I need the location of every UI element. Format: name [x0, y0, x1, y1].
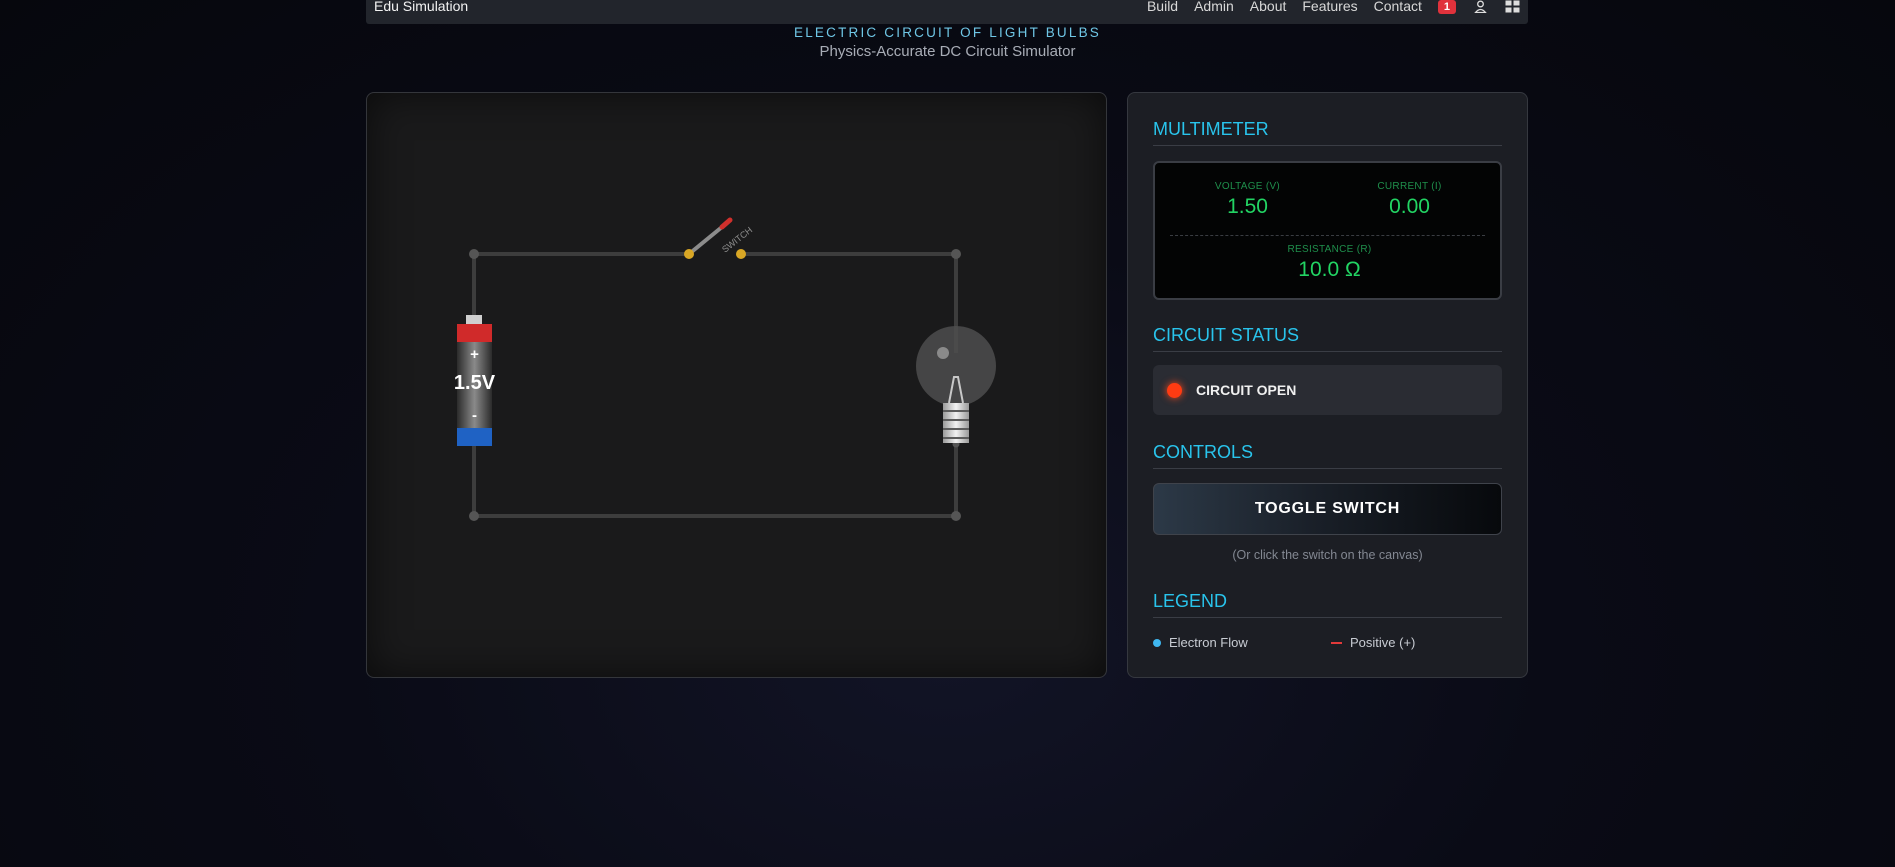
toggle-switch-button[interactable]: TOGGLE SWITCH: [1153, 483, 1502, 535]
nav-link-about[interactable]: About: [1250, 0, 1287, 14]
status-indicator-icon: [1167, 382, 1182, 398]
resistance-value: 10.0 Ω: [1298, 258, 1361, 281]
legend-label-electron-flow: Electron Flow: [1169, 635, 1248, 650]
current-readout: CURRENT (I) 0.00: [1357, 181, 1462, 219]
current-value: 0.00: [1389, 195, 1430, 218]
voltage-readout: VOLTAGE (V) 1.50: [1195, 181, 1300, 219]
nav-links: Build Admin About Features Contact 1: [1147, 0, 1520, 14]
page-title: ELECTRIC CIRCUIT OF LIGHT BULBS: [794, 25, 1101, 40]
circuit-status-box: CIRCUIT OPEN: [1153, 365, 1502, 415]
switch-contact: [736, 249, 746, 259]
multimeter-title: MULTIMETER: [1153, 119, 1502, 146]
voltage-value: 1.50: [1227, 195, 1268, 218]
battery: + 1.5V -: [454, 315, 496, 446]
multimeter-display: VOLTAGE (V) 1.50 CURRENT (I) 0.00 RESIST…: [1153, 161, 1502, 300]
brand-name[interactable]: Edu Simulation: [374, 0, 468, 14]
toggle-hint: (Or click the switch on the canvas): [1232, 548, 1423, 562]
grid-icon[interactable]: [1504, 0, 1520, 13]
circuit-diagram: + 1.5V - SWITCH: [454, 217, 996, 521]
switch-pivot: [684, 249, 694, 259]
battery-positive-cap: [457, 324, 492, 342]
switch[interactable]: SWITCH: [684, 217, 754, 259]
resistance-readout: RESISTANCE (R) 10.0 Ω: [1252, 244, 1407, 282]
control-panel: MULTIMETER VOLTAGE (V) 1.50 CURRENT (I) …: [1127, 92, 1528, 678]
legend-label-positive: Positive (+): [1350, 635, 1416, 650]
circuit-status-title: CIRCUIT STATUS: [1153, 325, 1502, 352]
circuit-canvas[interactable]: + 1.5V - SWITCH: [366, 92, 1107, 678]
voltage-label: VOLTAGE (V): [1214, 181, 1281, 192]
legend-item-positive: Positive (+): [1331, 635, 1415, 650]
top-navbar: Edu Simulation Build Admin About Feature…: [366, 0, 1528, 24]
battery-terminal: [466, 315, 482, 324]
battery-negative-cap: [457, 428, 492, 446]
bulb-glare: [937, 347, 949, 359]
resistance-label: RESISTANCE (R): [1287, 244, 1372, 255]
legend-title: LEGEND: [1153, 591, 1502, 618]
wire-junctions: [469, 249, 961, 521]
nav-link-contact[interactable]: Contact: [1374, 0, 1422, 14]
notification-badge[interactable]: 1: [1437, 0, 1456, 14]
electron-flow-dot-icon: [1153, 638, 1161, 647]
legend-item-electron-flow: Electron Flow: [1153, 635, 1248, 650]
switch-lever: [687, 225, 724, 256]
nav-link-features[interactable]: Features: [1302, 0, 1357, 14]
light-bulb: [916, 326, 996, 443]
controls-title: CONTROLS: [1153, 442, 1502, 469]
page-subtitle: Physics-Accurate DC Circuit Simulator: [819, 43, 1076, 60]
nav-link-build[interactable]: Build: [1147, 0, 1178, 14]
bulb-glass: [916, 326, 996, 406]
wires: [472, 252, 958, 518]
battery-voltage-label: 1.5V: [454, 372, 496, 394]
positive-line-icon: [1331, 641, 1342, 644]
meter-divider: [1170, 235, 1485, 236]
battery-minus-label: -: [472, 407, 477, 424]
nav-link-admin[interactable]: Admin: [1194, 0, 1234, 14]
switch-handle: [719, 217, 733, 230]
user-icon[interactable]: [1472, 0, 1488, 13]
battery-plus-label: +: [470, 346, 479, 363]
current-label: CURRENT (I): [1377, 181, 1442, 192]
switch-label: SWITCH: [720, 225, 754, 255]
status-text: CIRCUIT OPEN: [1196, 382, 1297, 398]
